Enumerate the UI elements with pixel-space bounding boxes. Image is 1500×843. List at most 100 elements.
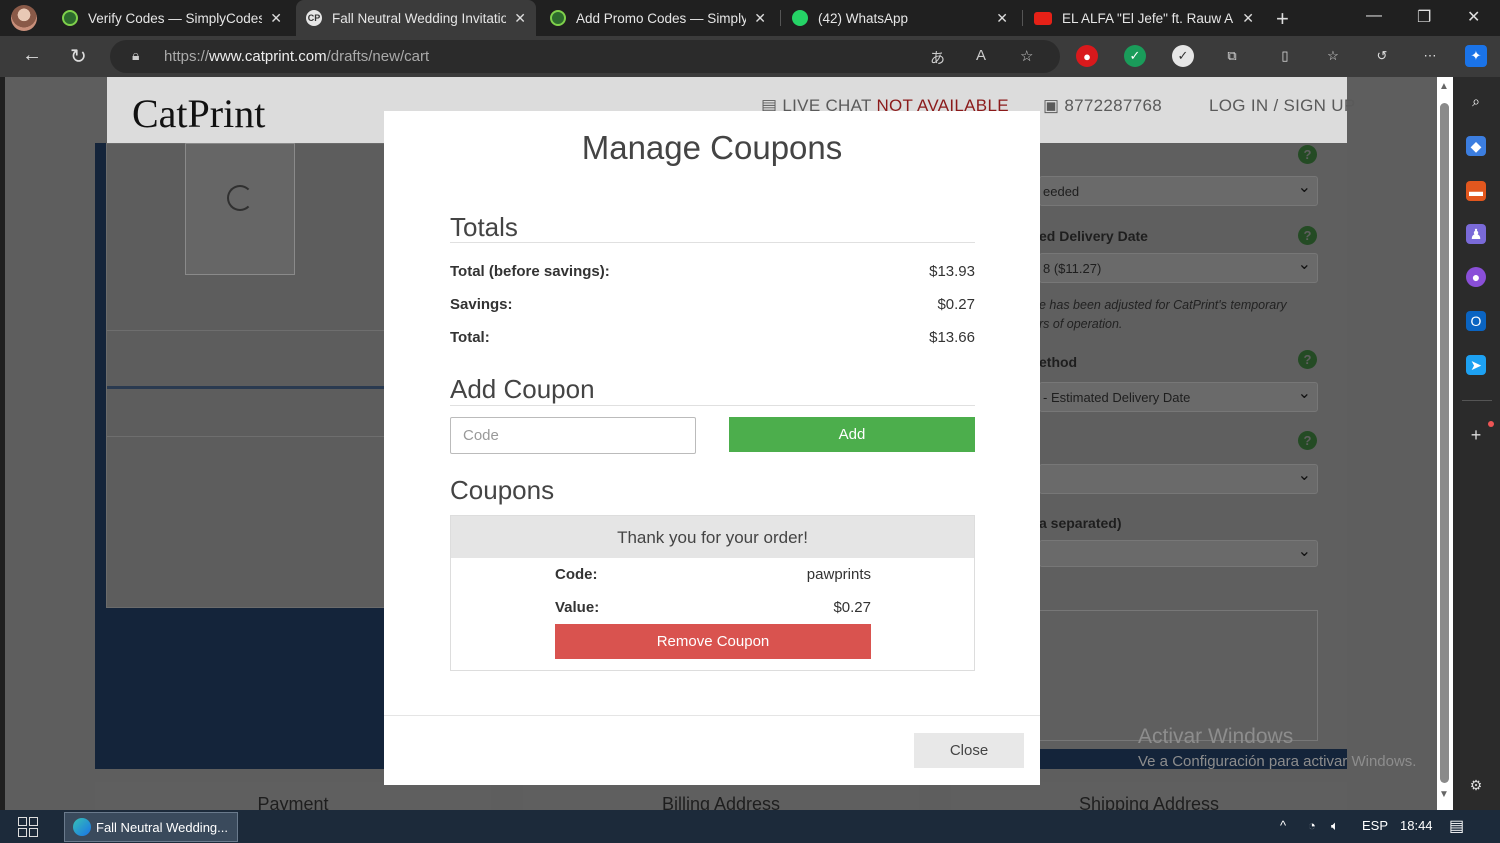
extension-red-icon[interactable]: ● <box>1076 45 1098 67</box>
page-scrollbar[interactable]: ▲ ▼ <box>1437 77 1453 810</box>
youtube-icon <box>1034 11 1052 25</box>
favorite-star-icon[interactable]: ☆ <box>1020 47 1033 65</box>
translate-icon[interactable]: あ <box>930 47 945 68</box>
tab-title: Fall Neutral Wedding Invitatio <box>332 10 507 26</box>
phone-icon: ▣ <box>1043 96 1060 115</box>
coupon-code-input[interactable] <box>450 417 696 454</box>
back-icon[interactable]: ← <box>22 44 42 67</box>
notes-textarea[interactable] <box>1039 610 1318 741</box>
whatsapp-icon <box>792 10 808 26</box>
telegram-icon[interactable]: ➤ <box>1466 355 1486 375</box>
manage-coupons-modal: Manage Coupons Totals Total (before savi… <box>384 111 1040 785</box>
site-logo[interactable]: CatPrint <box>132 90 265 137</box>
more-menu-icon[interactable]: ⋯ <box>1419 45 1441 67</box>
copilot-apps-icon[interactable]: ● <box>1466 267 1486 287</box>
billing-section: Billing Address <box>523 782 919 810</box>
copilot-icon[interactable]: ✦ <box>1465 45 1487 67</box>
add-coupon-rule <box>450 405 975 406</box>
savings-row: Savings: $0.27 <box>450 296 975 313</box>
add-coupon-button[interactable]: Add <box>729 417 975 452</box>
edge-sidebar: ⌕ ◆ ▬ ♟ ● O ➤ + ⚙ <box>1453 77 1500 810</box>
quantity-select[interactable]: eeded <box>1039 176 1318 206</box>
simplycodes-extension-icon[interactable]: ✓ <box>1172 45 1194 67</box>
add-icon[interactable]: + <box>1466 425 1486 445</box>
delivery-date-select[interactable]: 8 ($11.27) <box>1039 253 1318 283</box>
restore-icon[interactable]: ❐ <box>1417 7 1431 27</box>
start-icon[interactable] <box>18 817 38 837</box>
close-tab-icon[interactable]: ✕ <box>514 10 526 27</box>
totals-rule <box>450 242 975 243</box>
simplycodes-icon <box>62 10 78 26</box>
scrollbar-thumb[interactable] <box>1440 103 1449 783</box>
tab-catprint[interactable]: CP Fall Neutral Wedding Invitatio ✕ <box>296 0 536 36</box>
minimize-icon[interactable]: — <box>1366 7 1382 25</box>
tab-whatsapp[interactable]: (42) WhatsApp ✕ <box>782 0 1018 36</box>
tools-icon[interactable]: ▬ <box>1466 181 1486 201</box>
split-screen-icon[interactable]: ▯ <box>1274 45 1296 67</box>
volume-icon[interactable]: 🔈︎ <box>1331 818 1339 834</box>
extensions-puzzle-icon[interactable]: ⧉ <box>1221 45 1243 67</box>
language-indicator[interactable]: ESP <box>1362 818 1388 833</box>
edge-browser-icon <box>73 818 91 836</box>
lock-icon[interactable]: 🔒︎ <box>132 47 139 64</box>
total-before-savings-row: Total (before savings): $13.93 <box>450 263 975 280</box>
shipping-method-select[interactable]: - Estimated Delivery Date <box>1039 382 1318 412</box>
phone-link[interactable]: ▣ 8772287768 <box>1043 96 1162 116</box>
profile-avatar[interactable] <box>11 5 37 31</box>
games-icon[interactable]: ♟ <box>1466 224 1486 244</box>
navigation-bar: ← ↻ 🔒︎ https://www.catprint.com/drafts/n… <box>0 36 1500 77</box>
help-icon[interactable]: ? <box>1298 145 1317 164</box>
payment-section: Payment <box>95 782 491 810</box>
windows-taskbar: Fall Neutral Wedding... ^ ◔ 🔈︎ ESP 18:44… <box>0 810 1500 843</box>
settings-gear-icon[interactable]: ⚙ <box>1466 775 1486 795</box>
option-select[interactable] <box>1039 464 1318 494</box>
address-bar[interactable]: 🔒︎ https://www.catprint.com/drafts/new/c… <box>110 40 1060 73</box>
tab-add-promo[interactable]: Add Promo Codes — SimplyC ✕ <box>540 0 776 36</box>
remove-coupon-button[interactable]: Remove Coupon <box>555 624 871 659</box>
divider <box>107 436 393 437</box>
refresh-icon[interactable]: ↻ <box>70 44 87 69</box>
delivery-note-line1: e has been adjusted for CatPrint's tempo… <box>1039 298 1287 312</box>
emails-input[interactable] <box>1039 540 1318 567</box>
new-tab-icon[interactable]: + <box>1276 6 1289 32</box>
tab-title: EL ALFA "El Jefe" ft. Rauw Ale <box>1062 10 1235 26</box>
totals-heading: Totals <box>450 212 518 242</box>
scroll-up-icon[interactable]: ▲ <box>1439 81 1449 92</box>
catprint-icon: CP <box>306 10 322 26</box>
wifi-icon[interactable]: ◔ <box>1308 818 1316 833</box>
scroll-down-icon[interactable]: ▼ <box>1439 789 1449 800</box>
notification-dot <box>1488 421 1494 427</box>
coupon-message: Thank you for your order! <box>451 516 974 558</box>
help-icon[interactable]: ? <box>1298 350 1317 369</box>
modal-footer-divider <box>384 715 1040 716</box>
favorites-icon[interactable]: ☆ <box>1322 45 1344 67</box>
clock[interactable]: 18:44 <box>1400 818 1433 833</box>
close-window-icon[interactable]: ✕ <box>1467 7 1480 27</box>
tab-verify-codes[interactable]: Verify Codes — SimplyCodes ✕ <box>52 0 292 36</box>
coupon-code-row: Code: pawprints <box>555 566 871 583</box>
add-coupon-heading: Add Coupon <box>450 374 595 404</box>
help-icon[interactable]: ? <box>1298 226 1317 245</box>
login-link[interactable]: LOG IN / SIGN UP <box>1209 96 1356 116</box>
tray-chevron-icon[interactable]: ^ <box>1280 818 1286 833</box>
notifications-icon[interactable]: ▤ <box>1449 816 1464 836</box>
close-tab-icon[interactable]: ✕ <box>270 10 282 27</box>
tab-bar: Verify Codes — SimplyCodes ✕ CP Fall Neu… <box>0 0 1500 36</box>
shopping-tag-icon[interactable]: ◆ <box>1466 136 1486 156</box>
search-icon[interactable]: ⌕ <box>1466 91 1486 111</box>
history-icon[interactable]: ↺ <box>1371 45 1393 67</box>
close-modal-button[interactable]: Close <box>914 733 1024 768</box>
read-aloud-icon[interactable]: A <box>976 47 986 64</box>
url-text[interactable]: https://www.catprint.com/drafts/new/cart <box>164 48 429 65</box>
close-tab-icon[interactable]: ✕ <box>1242 10 1254 27</box>
close-tab-icon[interactable]: ✕ <box>754 10 766 27</box>
sidebar-divider <box>1462 400 1492 401</box>
close-tab-icon[interactable]: ✕ <box>996 10 1008 27</box>
shield-extension-icon[interactable]: ✓ <box>1124 45 1146 67</box>
tab-youtube[interactable]: EL ALFA "El Jefe" ft. Rauw Ale ✕ <box>1024 0 1264 36</box>
shipping-section: Shipping Address <box>951 782 1347 810</box>
outlook-icon[interactable]: O <box>1466 311 1486 331</box>
taskbar-edge-app[interactable]: Fall Neutral Wedding... <box>64 812 238 842</box>
help-icon[interactable]: ? <box>1298 431 1317 450</box>
total-row: Total: $13.66 <box>450 329 975 346</box>
